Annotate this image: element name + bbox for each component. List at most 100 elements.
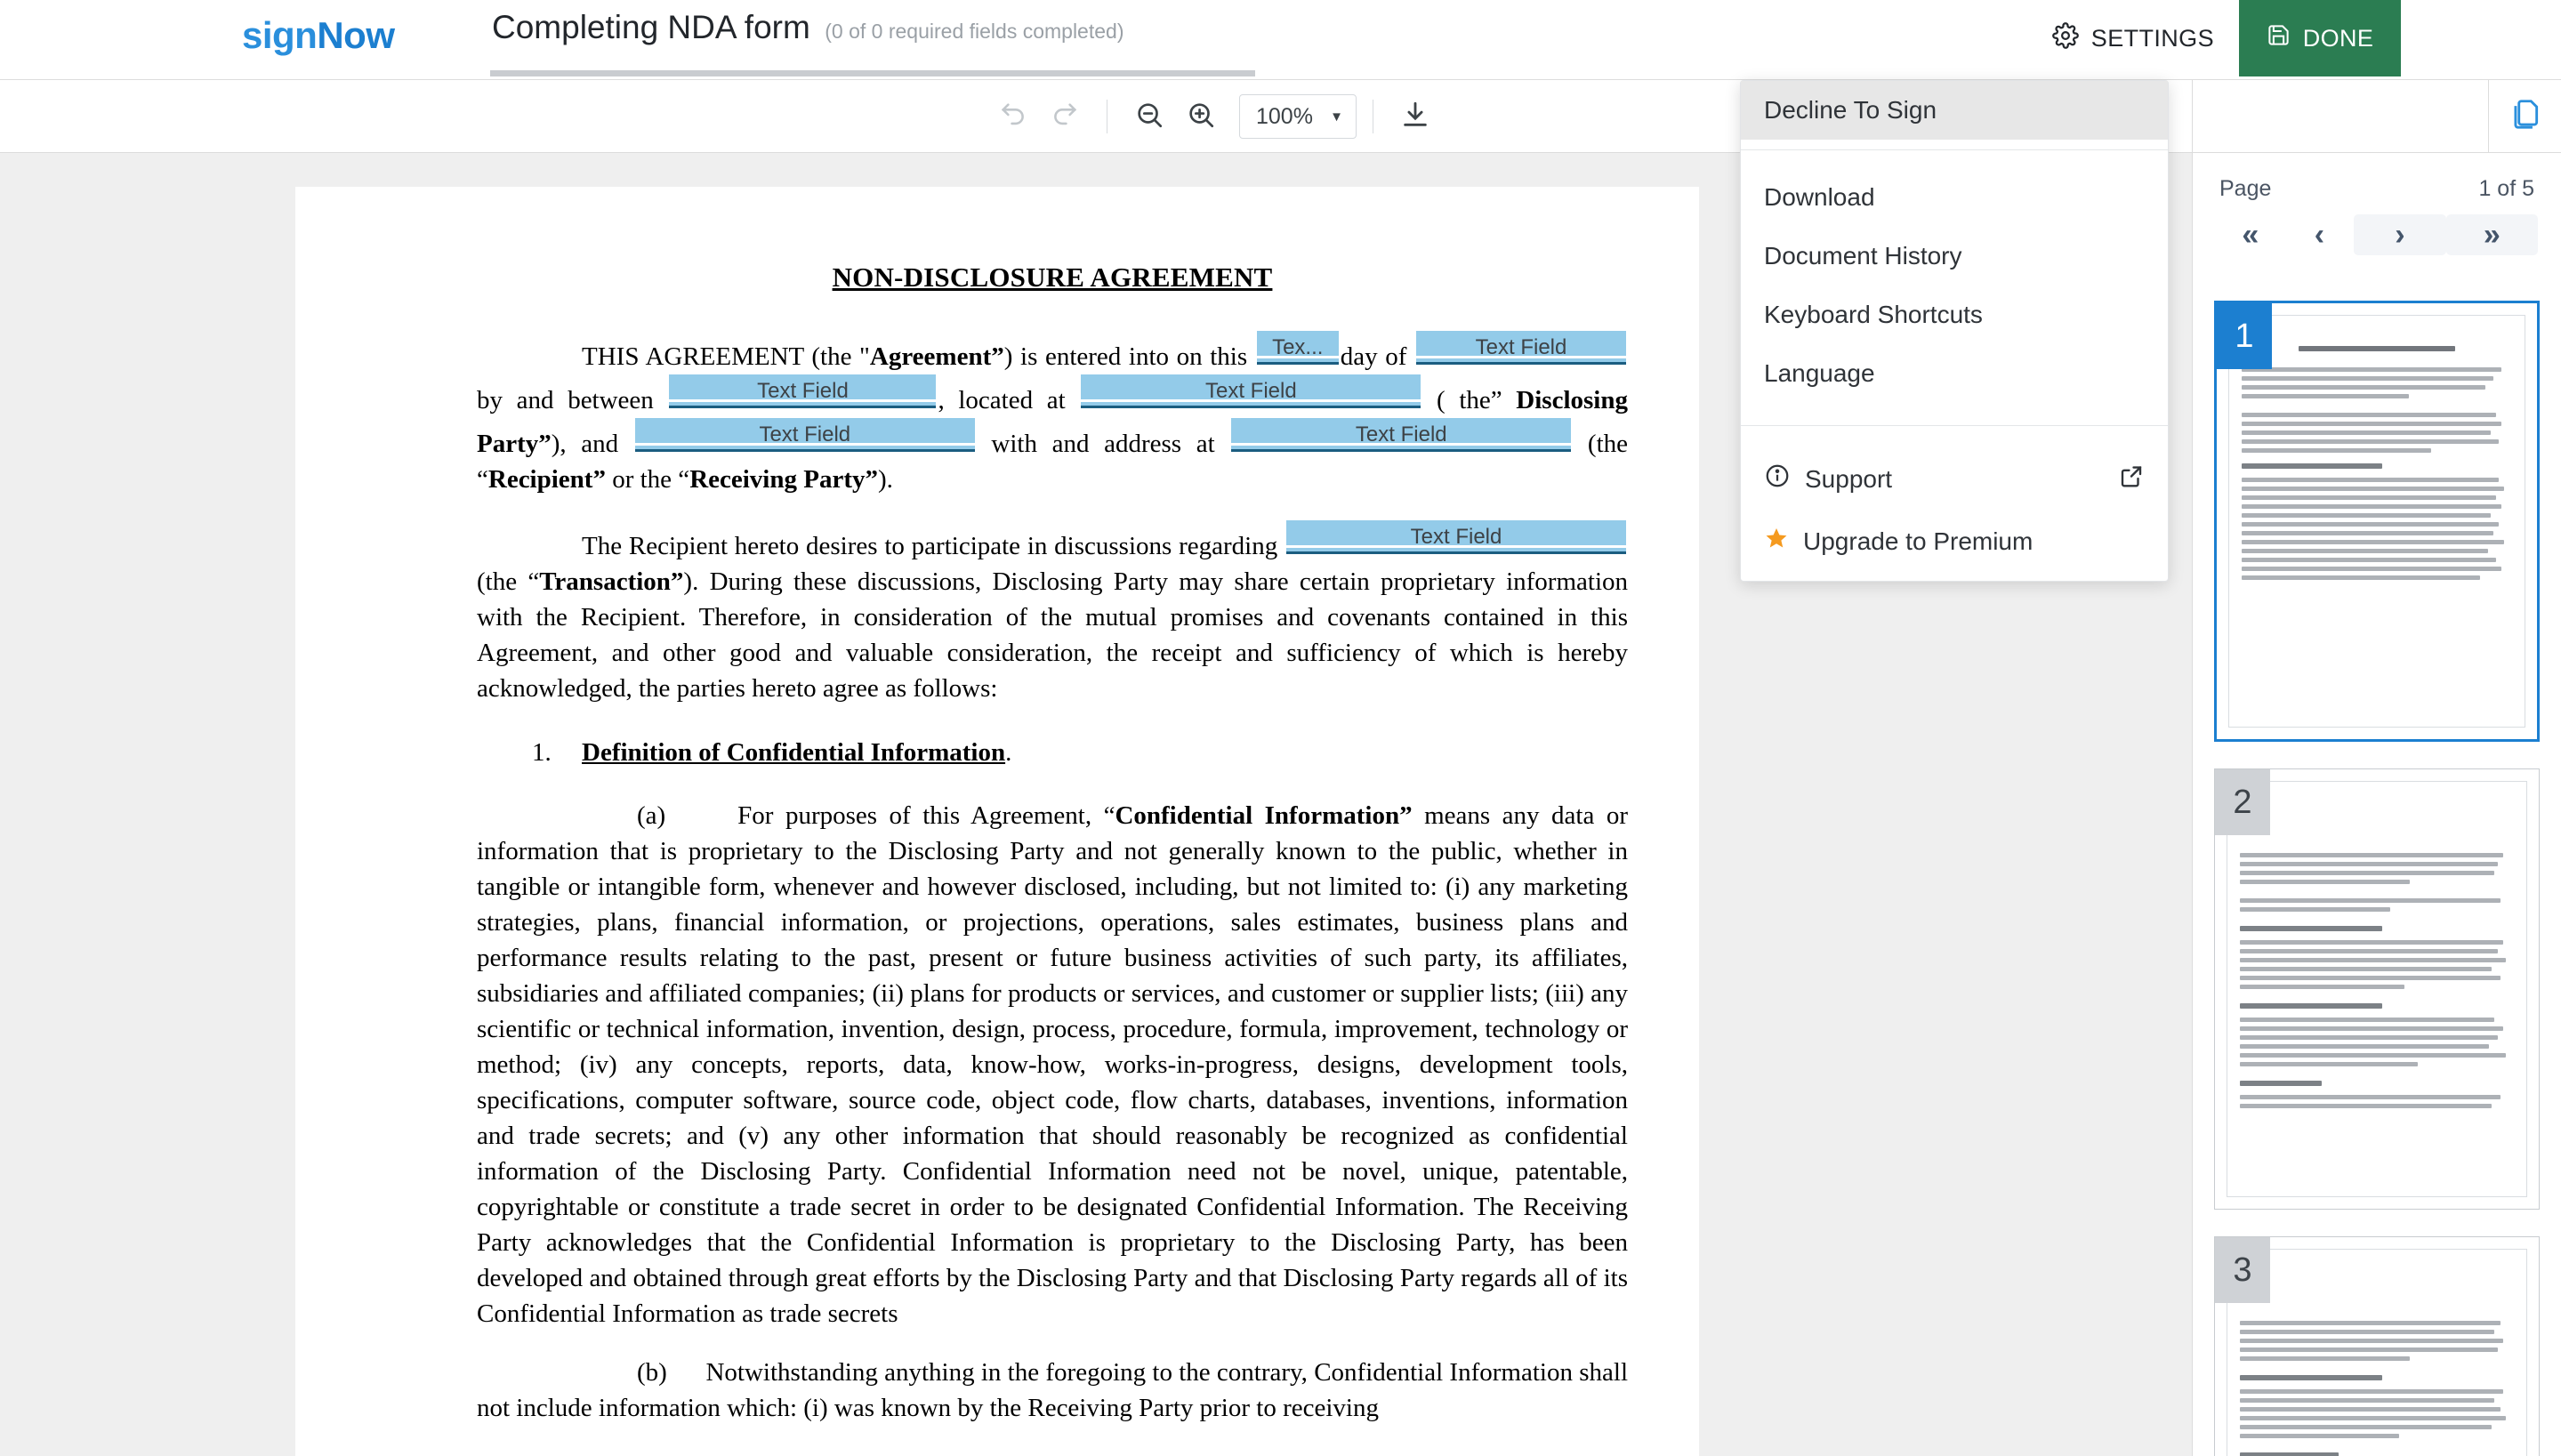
external-link-icon (2118, 463, 2145, 495)
text-field-month[interactable]: Text Field (1416, 331, 1626, 365)
page-title: Completing NDA form (492, 9, 810, 46)
document-clause-b: (b) Notwithstanding anything in the fore… (477, 1355, 1628, 1426)
toggle-pages-panel-button[interactable] (2488, 80, 2561, 152)
p1-g: ( the” (1422, 386, 1516, 414)
p1-e: by and between (477, 386, 667, 414)
p1-j: with and address at (977, 430, 1229, 458)
zoom-in-button[interactable] (1175, 91, 1227, 142)
thumbnail-preview (2227, 1249, 2527, 1456)
menu-divider-1 (1741, 149, 2168, 150)
redo-icon (1050, 100, 1080, 134)
text-field-recipient-name[interactable]: Text Field (635, 418, 975, 452)
toolbar-controls: 100% ▼ (987, 80, 1441, 153)
document-body: NON-DISCLOSURE AGREEMENT THIS AGREEMENT … (477, 261, 1628, 1449)
previous-page-button[interactable]: ‹ (2285, 214, 2355, 255)
clause-a-marker: (a) (637, 801, 665, 830)
logo-text-sign: sign (242, 14, 317, 56)
zoom-in-icon (1186, 100, 1216, 134)
document-heading: NON-DISCLOSURE AGREEMENT (477, 261, 1628, 294)
p1-b: Agreement” (870, 342, 1004, 371)
clause-a-lead: For purposes of this Agreement, “ (737, 801, 1115, 830)
page-thumbnails-list[interactable]: 1 2 (2193, 301, 2561, 1456)
document-page-1[interactable]: NON-DISCLOSURE AGREEMENT THIS AGREEMENT … (295, 187, 1699, 1456)
section-1-period: . (1005, 738, 1011, 767)
done-button[interactable]: DONE (2239, 0, 2401, 76)
menu-item-keyboard-shortcuts[interactable]: Keyboard Shortcuts (1741, 286, 2168, 344)
app-header: signNow Completing NDA form (0 of 0 requ… (0, 0, 2561, 80)
zoom-level-select[interactable]: 100% ▼ (1239, 94, 1357, 139)
p1-f: , located at (938, 386, 1079, 414)
text-field-transaction[interactable]: Text Field (1286, 520, 1626, 554)
info-icon (1764, 463, 1791, 495)
menu-item-language[interactable]: Language (1741, 344, 2168, 403)
first-page-button[interactable]: « (2216, 214, 2285, 255)
p1-m: or the “ (606, 465, 689, 494)
settings-dropdown-menu[interactable]: Decline To Sign Download Document Histor… (1740, 80, 2169, 582)
menu-group-help: Support Upgrade to Premium (1741, 438, 2168, 572)
menu-divider-2 (1741, 425, 2168, 426)
section-1-number: 1. (477, 738, 582, 768)
menu-item-document-history[interactable]: Document History (1741, 227, 2168, 286)
menu-item-support-label: Support (1805, 465, 1892, 494)
next-page-button[interactable]: › (2354, 214, 2445, 255)
thumbnail-number-badge: 3 (2215, 1237, 2270, 1303)
document-section-1: 1.Definition of Confidential Information… (477, 738, 1628, 768)
zoom-level-value: 100% (1256, 104, 1313, 130)
document-title-area: Completing NDA form (0 of 0 required fie… (492, 9, 1123, 46)
undo-icon (998, 100, 1028, 134)
last-page-button[interactable]: » (2446, 214, 2538, 255)
thumbnail-number-badge: 2 (2215, 769, 2270, 835)
signnow-logo[interactable]: signNow (242, 14, 395, 57)
page-thumbnail-1[interactable]: 1 (2214, 301, 2540, 742)
text-field-disclosing-name[interactable]: Text Field (669, 374, 936, 408)
p1-a: THIS AGREEMENT (the " (582, 342, 870, 371)
page-thumbnail-2[interactable]: 2 (2214, 768, 2540, 1210)
clause-a-bold: Confidential Information” (1115, 801, 1412, 830)
menu-item-support[interactable]: Support (1741, 447, 2168, 511)
zoom-out-button[interactable] (1123, 91, 1175, 142)
text-field-disclosing-address[interactable]: Text Field (1081, 374, 1421, 408)
p1-c: ) is entered into on this (1004, 342, 1255, 371)
page-label: Page (2219, 176, 2271, 202)
logo-text-now: Now (317, 14, 394, 56)
settings-label: SETTINGS (2091, 25, 2214, 52)
settings-button[interactable]: SETTINGS (2027, 0, 2239, 76)
thumbnail-preview (2228, 315, 2525, 728)
pages-side-panel: Page 1 of 5 « ‹ › » 1 (2192, 80, 2561, 1456)
required-fields-status: (0 of 0 required fields completed) (825, 20, 1123, 44)
menu-item-decline-to-sign[interactable]: Decline To Sign (1741, 81, 2168, 140)
text-field-recipient-address[interactable]: Text Field (1231, 418, 1571, 452)
download-icon (1400, 100, 1430, 134)
p2-a: The Recipient hereto desires to particip… (582, 532, 1285, 560)
page-status: 1 of 5 (2478, 176, 2534, 202)
download-button[interactable] (1389, 91, 1441, 142)
document-clause-a: (a) For purposes of this Agreement, “Con… (477, 798, 1628, 1331)
thumbnail-number-badge: 1 (2217, 303, 2272, 369)
menu-item-download[interactable]: Download (1741, 168, 2168, 227)
menu-item-upgrade-label: Upgrade to Premium (1803, 527, 2033, 556)
document-paragraph-1: THIS AGREEMENT (the "Agreement”) is ente… (477, 331, 1628, 497)
redo-button[interactable] (1039, 91, 1091, 142)
editor-toolbar: 100% ▼ (0, 80, 2561, 153)
clause-a-rest: means any data or information that is pr… (477, 801, 1628, 1328)
save-icon (2267, 23, 2291, 53)
star-icon (1764, 526, 1789, 557)
p2-b: (the “ (477, 567, 539, 596)
copy-pages-icon (2509, 97, 2542, 135)
header-right-spacer (2401, 0, 2561, 80)
header-actions: SETTINGS DONE (2027, 0, 2561, 80)
menu-item-upgrade-to-premium[interactable]: Upgrade to Premium (1741, 511, 2168, 572)
thumbnail-preview (2227, 781, 2527, 1197)
done-label: DONE (2303, 25, 2374, 52)
p1-i: ), and (552, 430, 633, 458)
page-indicator-row: Page 1 of 5 (2193, 153, 2561, 211)
page-thumbnail-3[interactable]: 3 (2214, 1236, 2540, 1456)
text-field-day[interactable]: Tex... (1257, 331, 1339, 365)
undo-button[interactable] (987, 91, 1039, 142)
gear-icon (2052, 22, 2079, 55)
chevron-down-icon: ▼ (1330, 109, 1343, 125)
panel-topbar (2193, 80, 2561, 153)
completion-progress-bar (490, 70, 1255, 76)
p1-n: Receiving Party” (689, 465, 878, 494)
p2-c: Transaction” (539, 567, 683, 596)
